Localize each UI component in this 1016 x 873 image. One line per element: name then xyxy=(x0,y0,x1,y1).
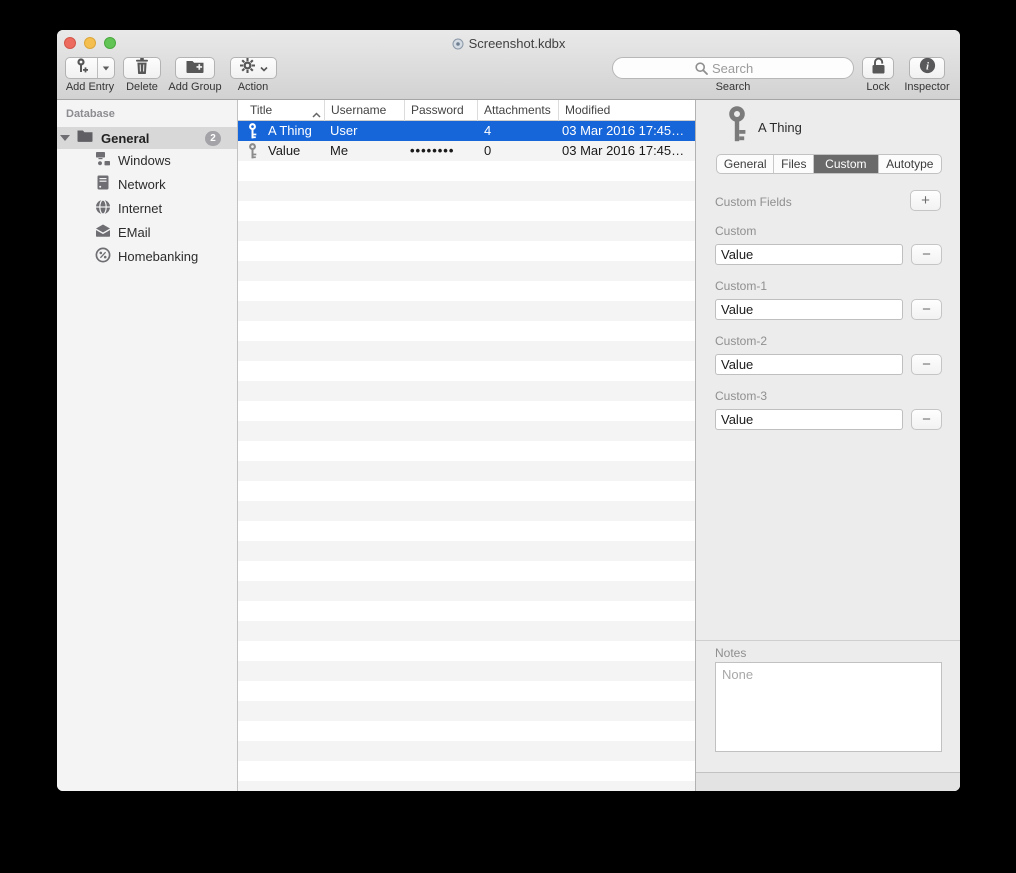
custom-field-label: Custom xyxy=(715,224,756,238)
search-field[interactable] xyxy=(612,57,854,79)
sidebar-item-label: General xyxy=(101,131,149,146)
percent-icon xyxy=(94,247,111,266)
document-proxy-icon[interactable] xyxy=(452,38,464,53)
window-header: Screenshot.kdbx xyxy=(57,30,960,100)
windows-network-icon xyxy=(94,151,111,170)
folder-icon xyxy=(77,129,93,147)
tab-general[interactable]: General xyxy=(717,155,773,173)
tab-autotype[interactable]: Autotype xyxy=(878,155,941,173)
desktop: Screenshot.kdbx xyxy=(0,0,1016,873)
search-icon xyxy=(695,62,708,75)
sidebar-item-homebanking[interactable]: Homebanking xyxy=(57,244,237,268)
custom-field-label: Custom-1 xyxy=(715,279,767,293)
chevron-down-icon xyxy=(260,59,268,77)
table-body[interactable]: A Thing User 4 03 Mar 2016 17:45… xyxy=(238,121,695,791)
envelope-icon xyxy=(94,224,111,240)
sidebar-item-label: Internet xyxy=(118,201,162,216)
sidebar-item-network[interactable]: Network xyxy=(57,172,237,196)
window-title-text: Screenshot.kdbx xyxy=(469,36,566,51)
entry-key-icon xyxy=(724,106,750,147)
column-header-username[interactable]: Username xyxy=(324,100,404,121)
add-group-label: Add Group xyxy=(168,81,221,93)
key-icon xyxy=(247,143,258,165)
table-row[interactable]: Value Me •••••••• 0 03 Mar 2016 17:45… xyxy=(238,141,695,161)
sidebar-item-label: Network xyxy=(118,177,166,192)
inspector-button[interactable]: i xyxy=(909,57,945,79)
delete-button[interactable] xyxy=(123,57,161,79)
sidebar-section-header: Database xyxy=(66,108,115,120)
notes-textarea[interactable] xyxy=(715,662,942,752)
add-entry-main[interactable] xyxy=(66,58,97,79)
gear-icon xyxy=(239,57,256,79)
notes-divider xyxy=(696,640,960,641)
column-header-title[interactable]: Title xyxy=(238,100,324,121)
action-button[interactable] xyxy=(230,57,277,79)
add-custom-field-button[interactable]: + xyxy=(910,190,941,211)
remove-custom-field-button[interactable]: − xyxy=(911,244,942,265)
inspector-bottom-bar xyxy=(696,772,960,791)
custom-field-value-input[interactable] xyxy=(715,244,903,265)
sidebar-item-internet[interactable]: Internet xyxy=(57,196,237,220)
inspector-panel: A Thing General Files Custom Autotype xyxy=(695,100,960,791)
table-row[interactable]: A Thing User 4 03 Mar 2016 17:45… xyxy=(238,121,695,141)
disclosure-triangle-icon[interactable] xyxy=(60,135,70,141)
app-window: Screenshot.kdbx xyxy=(57,30,960,791)
remove-custom-field-button[interactable]: − xyxy=(911,299,942,320)
action-label: Action xyxy=(238,81,269,93)
unlock-icon xyxy=(871,57,886,79)
inspector-tabs: General Files Custom Autotype xyxy=(716,154,942,174)
tab-files[interactable]: Files xyxy=(773,155,813,173)
sidebar-item-windows[interactable]: Windows xyxy=(57,148,237,172)
lock-label: Lock xyxy=(866,81,889,93)
notes-heading: Notes xyxy=(715,646,746,660)
sidebar-item-general[interactable]: General 2 xyxy=(57,127,237,149)
sort-ascending-icon xyxy=(312,105,321,121)
inspector-label: Inspector xyxy=(904,81,949,93)
key-plus-icon xyxy=(75,58,89,79)
entry-title: A Thing xyxy=(758,120,802,135)
remove-custom-field-button[interactable]: − xyxy=(911,354,942,375)
custom-field-label: Custom-2 xyxy=(715,334,767,348)
sidebar-item-label: Homebanking xyxy=(118,249,198,264)
add-entry-label: Add Entry xyxy=(66,81,114,93)
search-label: Search xyxy=(716,81,751,93)
globe-icon xyxy=(94,199,111,218)
lock-button[interactable] xyxy=(862,57,894,79)
sidebar: Database General 2 xyxy=(57,100,238,791)
add-group-button[interactable] xyxy=(175,57,215,79)
custom-fields-heading: Custom Fields xyxy=(715,195,792,209)
column-header-password[interactable]: Password xyxy=(404,100,477,121)
window-content: Database General 2 xyxy=(57,100,960,791)
search-input[interactable] xyxy=(712,58,847,78)
sidebar-item-email[interactable]: EMail xyxy=(57,220,237,244)
chevron-down-icon xyxy=(103,66,109,70)
add-entry-button[interactable] xyxy=(65,57,115,79)
add-entry-dropdown[interactable] xyxy=(98,66,114,71)
column-header-attachments[interactable]: Attachments xyxy=(477,100,558,121)
custom-field-label: Custom-3 xyxy=(715,389,767,403)
sidebar-item-label: EMail xyxy=(118,225,151,240)
entry-table: Title Username Password A xyxy=(238,100,695,791)
sidebar-item-label: Windows xyxy=(118,153,171,168)
delete-label: Delete xyxy=(126,81,158,93)
window-title: Screenshot.kdbx xyxy=(57,36,960,53)
custom-field-value-input[interactable] xyxy=(715,299,903,320)
remove-custom-field-button[interactable]: − xyxy=(911,409,942,430)
server-icon xyxy=(94,175,111,193)
trash-icon xyxy=(135,58,149,79)
table-header: Title Username Password A xyxy=(238,100,695,121)
column-header-modified[interactable]: Modified xyxy=(558,100,695,121)
custom-field-value-input[interactable] xyxy=(715,409,903,430)
info-icon: i xyxy=(919,57,936,79)
tab-custom[interactable]: Custom xyxy=(813,155,877,173)
entry-count-badge: 2 xyxy=(205,131,221,146)
custom-field-value-input[interactable] xyxy=(715,354,903,375)
folder-plus-icon xyxy=(186,59,204,78)
